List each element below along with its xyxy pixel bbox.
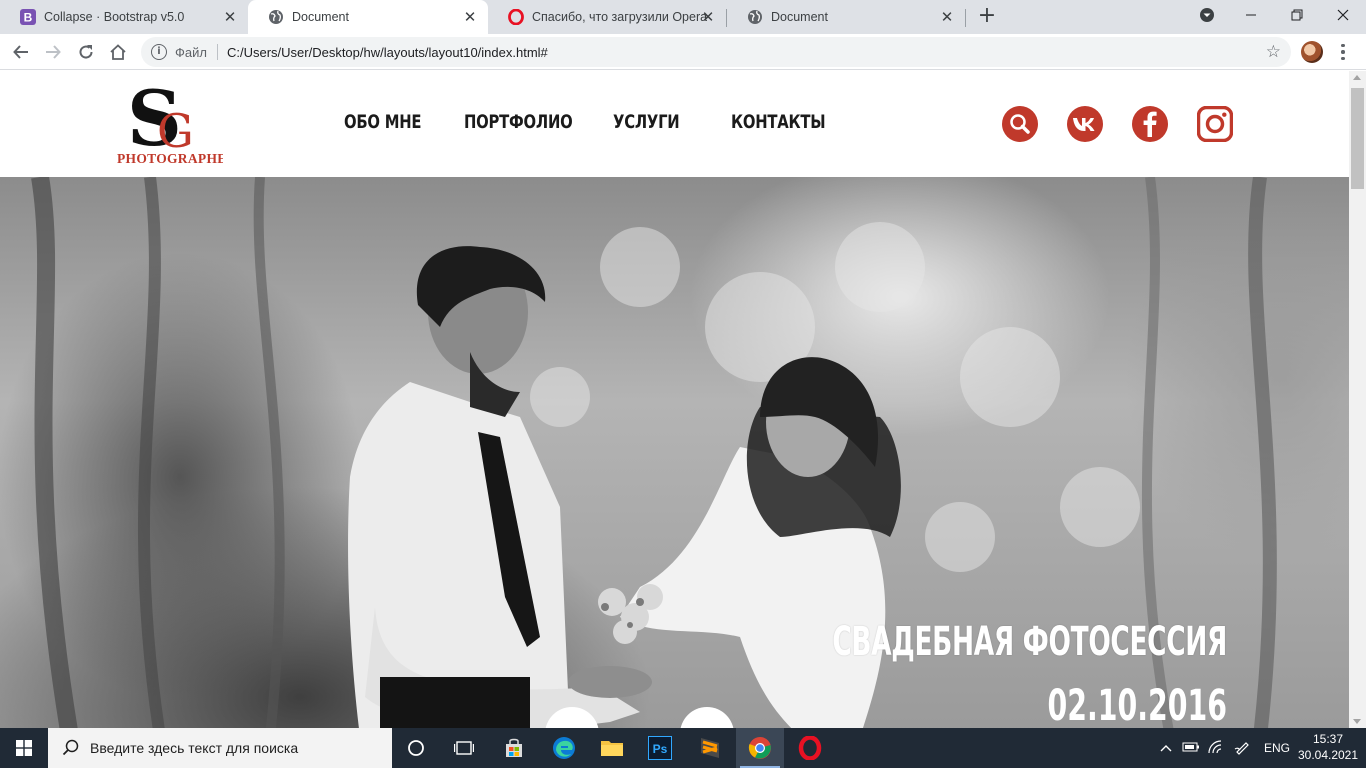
taskbar-search[interactable]: Введите здесь текст для поиска	[48, 728, 392, 768]
clock-time: 15:37	[1312, 732, 1344, 746]
edge-icon[interactable]	[540, 728, 588, 768]
nav-services[interactable]: УСЛУГИ	[613, 111, 680, 133]
taskbar-clock[interactable]: 15:37 30.04.2021	[1296, 731, 1360, 763]
close-icon[interactable]: ✕	[939, 9, 955, 25]
wifi-icon[interactable]	[1208, 739, 1224, 757]
close-window-button[interactable]	[1320, 0, 1366, 30]
clock-date: 30.04.2021	[1297, 748, 1359, 762]
instagram-icon[interactable]	[1197, 106, 1233, 142]
facebook-icon[interactable]	[1132, 106, 1168, 142]
svg-text:G: G	[157, 104, 194, 158]
globe-icon	[747, 9, 763, 25]
tab-title: Document	[771, 10, 828, 24]
close-icon	[1337, 9, 1349, 21]
opera-icon	[508, 9, 524, 25]
minimize-icon	[1246, 14, 1256, 16]
restore-icon	[1291, 9, 1303, 21]
photoshop-label: Ps	[653, 742, 668, 756]
hero-title: СВАДЕБНАЯ ФОТОСЕССИЯ	[832, 619, 1227, 665]
hero-banner: СВАДЕБНАЯ ФОТОСЕССИЯ 02.10.2016	[0, 177, 1349, 728]
search-icon[interactable]	[1002, 106, 1038, 142]
photoshop-icon[interactable]: Ps	[636, 728, 684, 768]
tab-document-active[interactable]: Document ✕	[248, 0, 488, 34]
language-indicator[interactable]: ENG	[1264, 741, 1290, 755]
windows-icon	[16, 740, 32, 756]
close-icon[interactable]: ✕	[222, 9, 238, 25]
site-info-label[interactable]: Файл	[175, 45, 207, 60]
vk-icon[interactable]	[1067, 106, 1103, 142]
address-separator	[216, 44, 218, 60]
tab-separator	[965, 9, 966, 27]
globe-icon	[268, 9, 284, 25]
tab-document[interactable]: Document ✕	[727, 0, 965, 34]
scroll-thumb[interactable]	[1351, 88, 1364, 189]
task-view-icon[interactable]	[440, 728, 488, 768]
minimize-button[interactable]	[1228, 0, 1274, 30]
nav-portfolio[interactable]: ПОРТФОЛИО	[464, 111, 573, 133]
svg-text:PHOTOGRAPHER: PHOTOGRAPHER	[117, 151, 223, 166]
bookmark-star-icon[interactable]: ☆	[1266, 42, 1281, 62]
page-viewport: S G PHOTOGRAPHER ОБО МНЕ ПОРТФОЛИО УСЛУГ…	[0, 71, 1349, 728]
nav-about[interactable]: ОБО МНЕ	[344, 111, 422, 133]
tab-title: Спасибо, что загрузили Opera	[532, 10, 708, 24]
close-icon[interactable]: ✕	[700, 9, 716, 25]
scroll-up-icon[interactable]	[1353, 75, 1361, 80]
file-explorer-icon[interactable]	[588, 728, 636, 768]
windows-taskbar: Введите здесь текст для поиска Ps ENG 15…	[0, 728, 1366, 768]
scroll-down-icon[interactable]	[1353, 719, 1361, 724]
taskbar-search-placeholder: Введите здесь текст для поиска	[90, 740, 299, 756]
reload-icon	[79, 45, 93, 59]
start-button[interactable]	[0, 728, 48, 768]
home-icon	[110, 44, 126, 60]
system-tray: ENG	[1158, 728, 1290, 768]
battery-icon[interactable]	[1182, 741, 1200, 756]
site-header: S G PHOTOGRAPHER ОБО МНЕ ПОРТФОЛИО УСЛУГ…	[0, 71, 1349, 177]
opera-icon[interactable]	[786, 728, 834, 768]
chevron-down-icon	[1200, 8, 1214, 22]
cortana-icon[interactable]	[392, 728, 440, 768]
forward-button[interactable]	[41, 40, 65, 64]
nav-contacts[interactable]: КОНТАКТЫ	[731, 111, 826, 133]
pen-icon[interactable]	[1234, 739, 1250, 758]
reload-button[interactable]	[74, 40, 98, 64]
browser-menu-button[interactable]	[1336, 41, 1350, 63]
address-url[interactable]: C:/Users/User/Desktop/hw/layouts/layout1…	[227, 45, 548, 60]
store-icon[interactable]	[490, 728, 538, 768]
browser-tab-strip: B Collapse · Bootstrap v5.0 ✕ Document ✕…	[0, 0, 1366, 34]
hero-date: 02.10.2016	[1047, 681, 1227, 728]
tab-title: Collapse · Bootstrap v5.0	[44, 10, 185, 24]
back-button[interactable]	[9, 40, 33, 64]
page-scrollbar[interactable]	[1349, 71, 1366, 728]
sublime-text-icon[interactable]	[686, 728, 734, 768]
profile-avatar[interactable]	[1301, 41, 1323, 63]
arrow-left-icon	[13, 45, 28, 59]
new-tab-button[interactable]: +	[976, 5, 998, 28]
info-icon[interactable]: i	[151, 44, 167, 60]
site-logo[interactable]: S G PHOTOGRAPHER	[113, 74, 236, 167]
tab-title: Document	[292, 10, 349, 24]
browser-toolbar: i Файл C:/Users/User/Desktop/hw/layouts/…	[0, 34, 1366, 70]
address-bar[interactable]: i Файл C:/Users/User/Desktop/hw/layouts/…	[141, 37, 1291, 67]
search-icon	[62, 739, 79, 756]
tab-bootstrap[interactable]: B Collapse · Bootstrap v5.0 ✕	[0, 0, 248, 34]
svg-text:B: B	[24, 11, 33, 25]
chrome-icon[interactable]	[736, 728, 784, 768]
bootstrap-icon: B	[20, 9, 36, 25]
close-icon[interactable]: ✕	[462, 9, 478, 25]
restore-button[interactable]	[1274, 0, 1320, 30]
tab-search-button[interactable]	[1184, 0, 1230, 30]
chevron-up-icon[interactable]	[1158, 744, 1174, 752]
arrow-right-icon	[46, 45, 61, 59]
tab-opera[interactable]: Спасибо, что загрузили Opera ✕	[488, 0, 726, 34]
home-button[interactable]	[106, 40, 130, 64]
